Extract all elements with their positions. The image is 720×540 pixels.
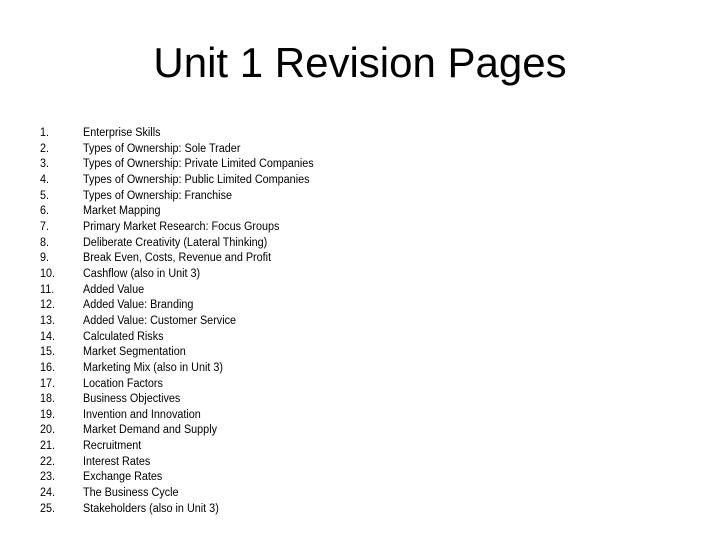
list-item-label: Marketing Mix (also in Unit 3) xyxy=(83,361,223,374)
list-item: 20. Market Demand and Supply xyxy=(40,423,660,439)
list-item-label: Cashflow (also in Unit 3) xyxy=(83,267,201,280)
list-item-label: Interest Rates xyxy=(83,455,151,468)
list-item-number: 18. xyxy=(40,393,56,406)
list-item-number: 8. xyxy=(40,236,50,249)
list-item: 14. Calculated Risks xyxy=(40,330,660,346)
list-item-number: 1. xyxy=(40,127,50,139)
list-item: 21. Recruitment xyxy=(40,439,660,455)
list-item-label: Types of Ownership: Private Limited Comp… xyxy=(83,158,314,171)
list-item-number: 11. xyxy=(40,283,55,296)
list-item: 1. Enterprise Skills xyxy=(40,126,660,142)
list-item-number: 23. xyxy=(40,471,56,484)
list-item-label: Recruitment xyxy=(83,440,142,453)
list-item-number: 12. xyxy=(40,299,56,312)
list-item-number: 20. xyxy=(40,424,56,437)
list-item-number: 24. xyxy=(40,487,56,500)
list-item-label: Added Value: Branding xyxy=(83,299,194,312)
list-item-label: Exchange Rates xyxy=(83,471,163,484)
list-item: 5. Types of Ownership: Franchise xyxy=(40,189,660,205)
list-item: 7. Primary Market Research: Focus Groups xyxy=(40,220,660,236)
list-item: 11. Added Value xyxy=(40,283,660,299)
list-item: 22. Interest Rates xyxy=(40,455,660,471)
list-item-label: Stakeholders (also in Unit 3) xyxy=(83,502,219,515)
list-item-number: 13. xyxy=(40,314,56,327)
list-item: 24. The Business Cycle xyxy=(40,486,660,502)
list-item-number: 15. xyxy=(40,346,56,359)
page-title: Unit 1 Revision Pages xyxy=(153,39,567,86)
list-item-number: 4. xyxy=(40,173,50,186)
list-item: 25. Stakeholders (also in Unit 3) xyxy=(40,502,660,518)
list-item-number: 9. xyxy=(40,252,50,265)
list-item-label: Added Value: Customer Service xyxy=(83,314,237,327)
list-item-number: 14. xyxy=(40,330,56,343)
list-item: 15. Market Segmentation xyxy=(40,345,660,361)
list-item-number: 16. xyxy=(40,361,56,374)
list-item-number: 6. xyxy=(40,205,50,218)
list-item-number: 5. xyxy=(40,189,50,202)
revision-topic-list: 1. Enterprise Skills 2. Types of Ownership:… xyxy=(40,126,660,517)
list-item-number: 2. xyxy=(40,142,50,155)
list-item: 3. Types of Ownership: Private Limited Co… xyxy=(40,157,660,173)
list-item: 17. Location Factors xyxy=(40,377,660,393)
list-item: 6. Market Mapping xyxy=(40,204,660,220)
list-item-label: Location Factors xyxy=(83,377,163,390)
list-item-label: Invention and Innovation xyxy=(83,408,201,421)
list-item-number: 3. xyxy=(40,158,50,171)
list-item-number: 10. xyxy=(40,267,56,280)
list-item-label: Primary Market Research: Focus Groups xyxy=(83,220,280,233)
list-item-label: Types of Ownership: Franchise xyxy=(83,189,233,202)
list-item-label: Enterprise Skills xyxy=(83,127,161,139)
list-item-number: 19. xyxy=(40,408,56,421)
list-item-number: 25. xyxy=(40,502,56,515)
list-item-label: Types of Ownership: Public Limited Compa… xyxy=(83,173,310,186)
list-item: 4. Types of Ownership: Public Limited Com… xyxy=(40,173,660,189)
list-item: 16. Marketing Mix (also in Unit 3) xyxy=(40,361,660,377)
list-item-label: Business Objectives xyxy=(83,393,181,406)
list-item: 23. Exchange Rates xyxy=(40,470,660,486)
list-item: 8. Deliberate Creativity (Lateral Thinkin… xyxy=(40,236,660,252)
list-item: 18. Business Objectives xyxy=(40,392,660,408)
list-item-label: Market Mapping xyxy=(83,205,161,218)
list-item: 12. Added Value: Branding xyxy=(40,298,660,314)
list-item-number: 7. xyxy=(40,220,50,233)
slide-canvas: Unit 1 Revision Pages 1. Enterprise Skill… xyxy=(0,0,720,540)
list-item-label: Break Even, Costs, Revenue and Profit xyxy=(83,252,272,265)
list-item-number: 22. xyxy=(40,455,56,468)
list-item-number: 21. xyxy=(40,440,56,453)
list-item-label: Market Demand and Supply xyxy=(83,424,218,437)
list-item-label: Types of Ownership: Sole Trader xyxy=(83,142,241,155)
list-item-label: Market Segmentation xyxy=(83,346,186,359)
list-item: 19. Invention and Innovation xyxy=(40,408,660,424)
list-item-label: Calculated Risks xyxy=(83,330,164,343)
list-item-label: The Business Cycle xyxy=(83,487,179,500)
list-item-label: Added Value xyxy=(83,283,145,296)
list-item: 13. Added Value: Customer Service xyxy=(40,314,660,330)
list-item-number: 17. xyxy=(40,377,56,390)
list-item-label: Deliberate Creativity (Lateral Thinking) xyxy=(83,236,268,249)
list-item: 10. Cashflow (also in Unit 3) xyxy=(40,267,660,283)
list-item: 9. Break Even, Costs, Revenue and Profit xyxy=(40,251,660,267)
list-item: 2. Types of Ownership: Sole Trader xyxy=(40,142,660,158)
